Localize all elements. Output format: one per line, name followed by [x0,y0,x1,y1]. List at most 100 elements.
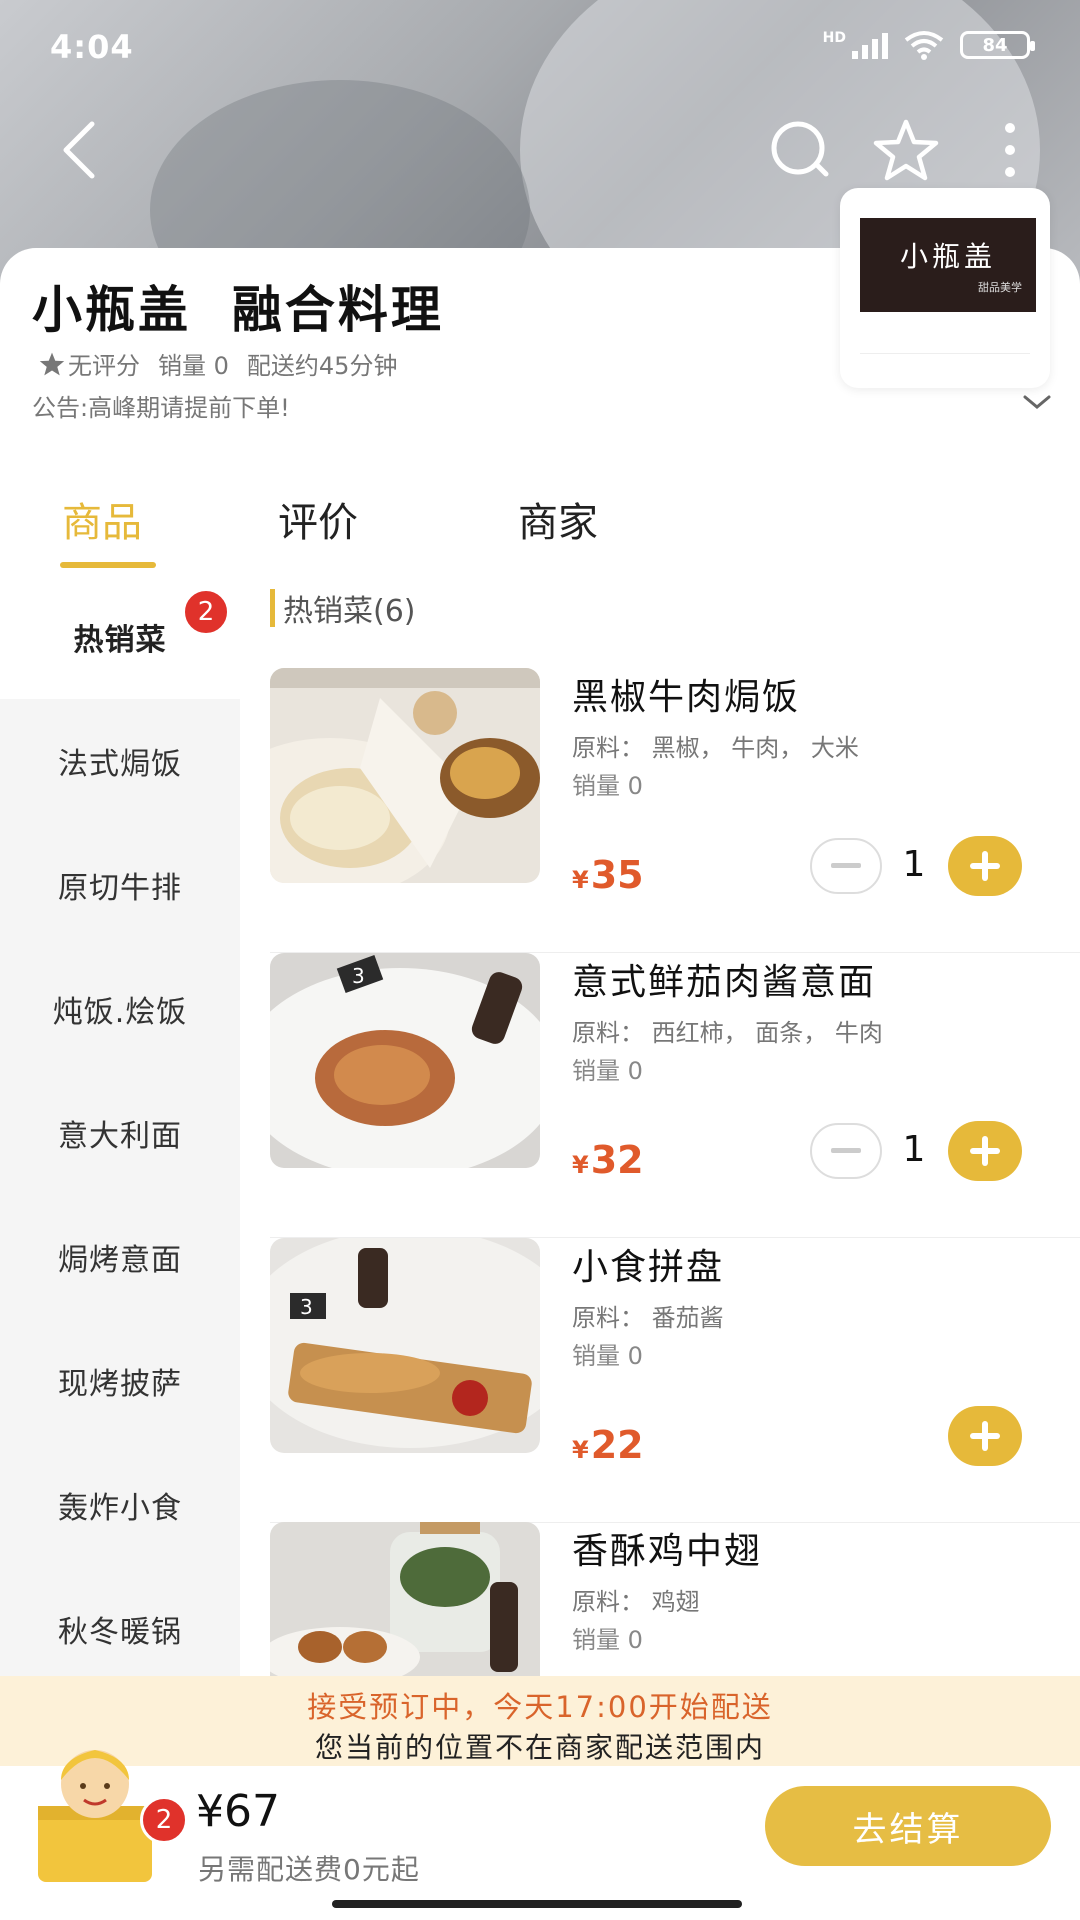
cart-bar: 2 ¥67 另需配送费0元起 去结算 [0,1750,1080,1920]
product-name: 意式鲜茄肉酱意面 [572,962,877,1003]
product-sales: 销量 0 [572,1057,643,1085]
quantity-value: 1 [902,1129,926,1170]
price-value: 32 [590,1138,644,1182]
currency-symbol: ¥ [572,866,589,894]
shop-logo-subtext: 甜品美学 [978,281,1022,294]
sidebar-item-snacks[interactable]: 轰炸小食 [0,1443,240,1567]
add-to-cart-button[interactable] [948,1406,1022,1466]
product-price: ¥ 32 [572,1138,644,1182]
tab-bar: 商品 评价 商家 [0,490,1080,580]
network-label: HD [822,30,846,46]
app-screen: { "status_bar": { "time": "4:04", "netwo… [0,0,1080,1920]
cart-total: ¥67 [196,1786,280,1837]
product-ingredients: 原料： 西红柿， 面条， 牛肉 [572,1019,883,1047]
preorder-notice: 接受预订中，今天17:00开始配送 [307,1690,773,1724]
product-name: 小食拼盘 [572,1247,725,1288]
product-name: 香酥鸡中翅 [572,1531,763,1572]
product-sales: 销量 0 [572,772,643,800]
currency-symbol: ¥ [572,1436,589,1464]
shop-delivery-time: 配送约45分钟 [246,352,398,380]
back-button[interactable] [38,110,118,190]
status-bar: 4:04 HD 84 [0,0,1080,100]
product-ingredients: 原料： 番茄酱 [572,1304,724,1332]
signal-icon [852,31,888,59]
star-icon [39,352,65,375]
minus-icon [831,863,861,868]
out-of-range-notice: 您当前的位置不在商家配送范围内 [314,1731,765,1764]
product-sales: 销量 0 [572,1626,643,1654]
sidebar-item-pizza[interactable]: 现烤披萨 [0,1319,240,1443]
status-time: 4:04 [50,28,134,66]
sidebar-item-french-baked-rice[interactable]: 法式焗饭 [0,699,240,823]
search-icon [771,121,829,177]
divider [860,353,1030,354]
increase-quantity-button[interactable] [948,836,1022,896]
decrease-quantity-button[interactable] [810,838,882,894]
chevron-down-icon[interactable] [1022,392,1052,412]
plus-icon [970,851,1000,881]
more-button[interactable] [970,110,1050,190]
battery-icon: 84 [960,31,1035,59]
shop-logo: 小瓶盖 甜品美学 [860,218,1036,312]
product-ingredients: 原料： 黑椒， 牛肉， 大米 [572,734,859,762]
section-title: 热销菜(6) [283,594,416,629]
sidebar-item-risotto[interactable]: 炖饭.烩饭 [0,947,240,1071]
top-nav [0,100,1080,200]
tab-merchant[interactable]: 商家 [518,490,598,548]
sidebar-item-steak[interactable]: 原切牛排 [0,823,240,947]
shop-logo-card: 小瓶盖 甜品美学 [840,188,1050,388]
section-header: 热销菜(6) [270,588,416,629]
star-icon [873,119,939,181]
product-price: ¥ 22 [572,1423,644,1467]
tab-indicator [60,562,156,568]
sidebar-item-baked-pasta[interactable]: 焗烤意面 [0,1195,240,1319]
chevron-left-icon [63,121,95,179]
sidebar-item-pasta[interactable]: 意大利面 [0,1071,240,1195]
delivery-fee-note: 另需配送费0元起 [198,1853,420,1886]
favorite-button[interactable] [866,110,946,190]
shop-logo-text: 小瓶盖 [899,240,996,273]
increase-quantity-button[interactable] [948,1121,1022,1181]
shop-sales: 销量 0 [158,352,229,380]
status-icons: HD 84 [822,30,1035,60]
decrease-quantity-button[interactable] [810,1123,882,1179]
product-item[interactable]: 3 意式鲜茄肉酱意面 原料： 西红柿， 面条， 牛肉 销量 0 ¥ 32 1 [270,953,1080,1238]
wifi-icon [904,31,944,60]
search-button[interactable] [760,110,840,190]
category-sidebar: 热销菜 法式焗饭 原切牛排 炖饭.烩饭 意大利面 焗烤意面 现烤披萨 轰炸小食 … [0,575,240,1680]
product-image[interactable] [270,668,540,883]
minus-icon [831,1148,861,1153]
product-image[interactable]: 3 [270,1238,540,1453]
cart-count-badge: 2 [140,1796,188,1844]
checkout-button[interactable]: 去结算 [765,1786,1051,1866]
shop-meta: 无评分 销量 0 配送约45分钟 [38,346,397,381]
svg-text:3: 3 [352,964,365,988]
sidebar-count-badge: 2 [182,588,230,636]
shop-title: 小瓶盖 融合料理 [32,281,444,339]
shop-notice[interactable]: 公告:高峰期请提前下单! [32,388,290,423]
currency-symbol: ¥ [572,1151,589,1179]
product-price: ¥ 35 [572,853,644,897]
tab-reviews[interactable]: 评价 [278,490,358,548]
shop-rating: 无评分 [68,352,140,380]
plus-icon [970,1136,1000,1166]
quantity-value: 1 [902,844,926,885]
product-ingredients: 原料： 鸡翅 [572,1588,700,1616]
product-name: 黑椒牛肉焗饭 [572,677,801,718]
product-item[interactable]: 黑椒牛肉焗饭 原料： 黑椒， 牛肉， 大米 销量 0 ¥ 35 1 [270,668,1080,953]
product-image[interactable]: 3 [270,953,540,1168]
plus-icon [970,1421,1000,1451]
more-vertical-icon [1005,123,1015,177]
home-indicator[interactable] [332,1900,742,1908]
product-item[interactable]: 3 小食拼盘 原料： 番茄酱 销量 0 ¥ 22 [270,1238,1080,1523]
sidebar-item-hotpot[interactable]: 秋冬暖锅 [0,1567,240,1691]
battery-level: 84 [982,34,1008,56]
svg-text:3: 3 [300,1295,313,1319]
price-value: 35 [590,853,644,897]
delivery-notice-banner: 接受预订中，今天17:00开始配送 您当前的位置不在商家配送范围内 [0,1676,1080,1766]
section-marker [270,589,275,627]
tab-goods[interactable]: 商品 [62,490,142,548]
product-image[interactable] [270,1522,540,1676]
product-sales: 销量 0 [572,1342,643,1370]
price-value: 22 [590,1423,644,1467]
